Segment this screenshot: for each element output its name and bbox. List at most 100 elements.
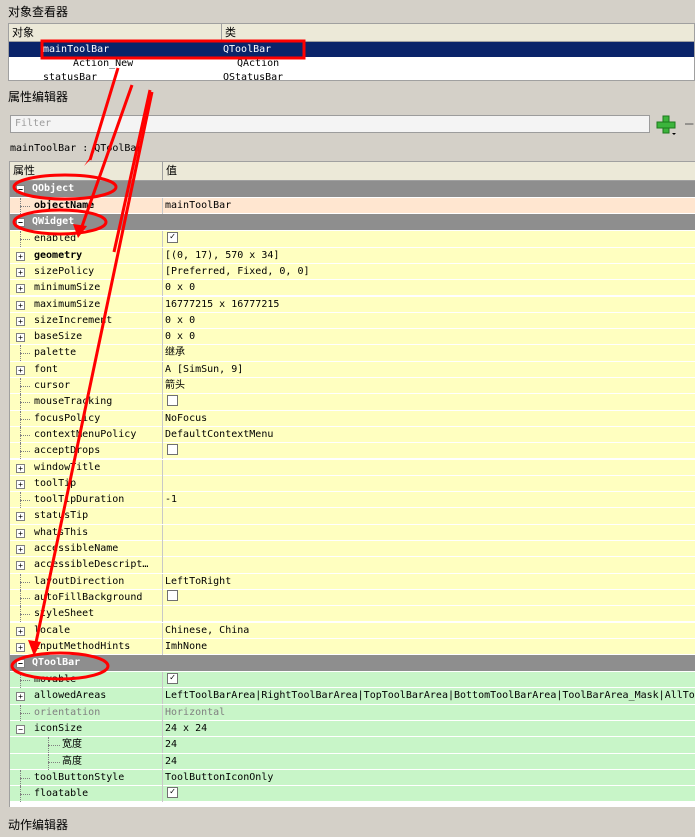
property-table[interactable]: 属性 值 − QObject objectName mainToolBar − QWidg… [9,161,695,807]
property-value[interactable] [162,508,165,525]
property-value[interactable]: A [SimSun, 9] [162,361,243,378]
property-value[interactable]: 继承 [162,345,185,362]
property-row[interactable]: + accessibleName [10,541,695,558]
property-value[interactable]: 16777215 x 16777215 [162,296,279,313]
property-value[interactable]: ✓ [162,231,178,248]
checkbox-checked[interactable]: ✓ [167,672,178,684]
property-row[interactable]: autoFillBackground [10,589,695,607]
property-row[interactable]: + baseSize 0 x 0 [10,329,695,346]
property-row[interactable]: + maximumSize 16777215 x 16777215 [10,296,695,313]
property-value[interactable] [162,541,165,557]
checkbox-checked[interactable]: ✓ [167,231,178,243]
property-row[interactable]: + inputMethodHints ImhNone [10,638,695,656]
property-row[interactable]: enabled ✓ [10,231,695,248]
expand-icon[interactable]: + [16,316,25,326]
property-row[interactable]: + sizePolicy [Preferred, Fixed, 0, 0] [10,263,695,281]
property-value[interactable]: 0 x 0 [162,280,195,297]
property-value[interactable] [162,557,165,574]
expand-icon[interactable]: + [16,251,25,261]
property-value[interactable] [162,524,165,541]
property-row[interactable]: 宽度 24 [10,737,695,754]
property-row[interactable]: + accessibleDescript… [10,557,695,574]
property-row[interactable]: + windowTitle [10,459,695,476]
property-value[interactable]: LeftToRight [162,573,231,590]
property-group-qwidget[interactable]: − QWidget [10,214,695,232]
property-row[interactable]: + statusTip [10,508,695,525]
checkbox-unchecked[interactable] [167,443,178,455]
property-row[interactable]: orientation Horizontal [10,704,695,721]
property-row[interactable]: contextMenuPolicy DefaultContextMenu [10,426,695,444]
property-row[interactable]: mouseTracking [10,394,695,411]
add-dynamic-property-button[interactable] [655,114,677,136]
property-value[interactable] [162,443,178,460]
property-row[interactable]: − iconSize 24 x 24 [10,721,695,738]
property-value[interactable]: 0 x 0 [162,312,195,329]
property-value[interactable] [162,606,165,623]
property-row[interactable]: + sizeIncrement 0 x 0 [10,312,695,330]
property-row[interactable]: floatable ✓ [10,786,695,803]
object-tree-row[interactable]: Action_New QAction [9,56,694,71]
property-row[interactable]: toolTipDuration -1 [10,492,695,509]
property-row[interactable]: cursor 箭头 [10,378,695,395]
property-row[interactable]: + allowedAreas LeftToolBarArea|RightToolBa… [10,688,695,705]
property-value[interactable]: DefaultContextMenu [162,426,273,443]
property-row[interactable]: acceptDrops [10,443,695,460]
property-value[interactable] [162,475,165,492]
property-row[interactable]: styleSheet [10,606,695,623]
property-row[interactable]: + geometry [(0, 17), 570 x 34] [10,247,695,264]
expand-icon[interactable]: + [16,512,25,522]
expand-icon[interactable]: + [16,365,25,375]
filter-input[interactable]: Filter [10,115,650,133]
property-value[interactable] [162,589,178,606]
object-tree-row[interactable]: mainToolBar QToolBar [9,42,694,57]
checkbox-unchecked[interactable] [167,590,178,602]
object-column-header[interactable]: 对象 [9,24,221,42]
collapse-icon[interactable]: − [16,725,25,734]
property-row[interactable]: objectName mainToolBar [10,198,695,215]
checkbox-checked[interactable]: ✓ [167,786,178,798]
class-column-header[interactable]: 类 [221,24,694,42]
property-value[interactable]: [Preferred, Fixed, 0, 0] [162,263,310,280]
expand-icon[interactable]: + [16,463,25,473]
property-value[interactable]: -1 [162,492,177,509]
expand-icon[interactable]: + [16,561,25,571]
expand-icon[interactable]: + [16,545,25,554]
expand-icon[interactable]: + [16,692,25,702]
property-value[interactable]: Chinese, China [162,622,249,639]
expand-icon[interactable]: + [16,300,25,310]
property-row[interactable]: + minimumSize 0 x 0 [10,280,695,297]
property-value[interactable]: 24 [162,737,177,754]
property-value[interactable]: ToolButtonIconOnly [162,769,273,786]
property-value[interactable]: 24 x 24 [162,721,207,737]
property-row[interactable]: movable ✓ [10,672,695,689]
object-inspector-tree[interactable]: 对象 类 mainToolBar QToolBar Action_New QActio… [8,23,695,81]
property-row[interactable]: palette 继承 [10,345,695,362]
expand-icon[interactable]: + [16,642,25,652]
property-value[interactable]: NoFocus [162,410,207,427]
property-group-qobject[interactable]: − QObject [10,181,695,198]
property-value[interactable] [162,459,165,476]
collapse-icon[interactable]: − [16,659,25,669]
property-row[interactable]: + whatsThis [10,524,695,541]
property-value[interactable]: 0 x 0 [162,329,195,346]
expand-icon[interactable]: + [16,479,25,489]
property-value[interactable]: 24 [162,753,177,770]
collapse-icon[interactable]: − [16,185,25,194]
expand-icon[interactable]: + [16,528,25,538]
property-value[interactable]: ✓ [162,786,178,803]
expand-icon[interactable]: + [16,284,25,294]
remove-property-button[interactable]: — [685,114,695,136]
property-row[interactable]: + toolTip [10,475,695,493]
property-row[interactable]: + font A [SimSun, 9] [10,361,695,378]
property-value[interactable]: LeftToolBarArea|RightToolBarArea|TopTool… [162,688,695,705]
checkbox-unchecked[interactable] [167,394,178,406]
collapse-icon[interactable]: − [16,218,25,228]
property-row[interactable]: focusPolicy NoFocus [10,410,695,427]
expand-icon[interactable]: + [16,333,25,343]
property-row[interactable]: + locale Chinese, China [10,622,695,639]
property-value[interactable]: mainToolBar [162,198,231,214]
property-row[interactable]: layoutDirection LeftToRight [10,573,695,590]
property-column-header[interactable]: 属性 [13,162,35,180]
property-row[interactable]: 高度 24 [10,753,695,770]
property-value[interactable]: ✓ [162,672,178,689]
